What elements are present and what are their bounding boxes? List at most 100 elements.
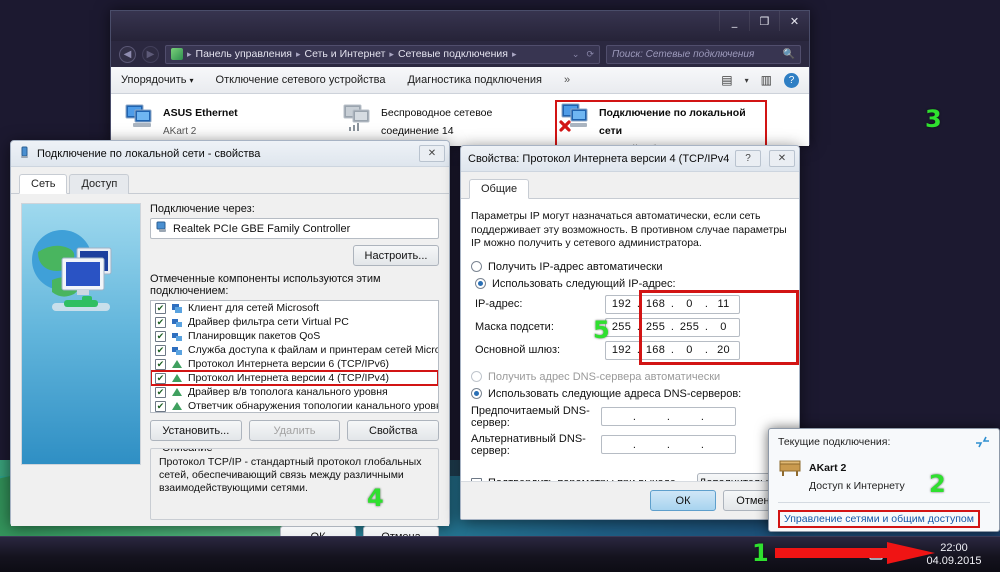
network-tray-icon[interactable]: [868, 547, 884, 563]
octet-4[interactable]: 0: [710, 321, 738, 333]
manual-ip-radio-row[interactable]: Использовать следующий IP-адрес:: [475, 278, 789, 290]
network-connections-window[interactable]: _ ❐ ✕ ◀ ▶ ▸ Панель управления ▸ Сеть и И…: [110, 10, 810, 145]
back-button[interactable]: ◀: [119, 46, 136, 63]
diagnose-connection-button[interactable]: Диагностика подключения: [407, 74, 541, 86]
octet-4[interactable]: 20: [710, 344, 738, 356]
network-sharing-center-link[interactable]: Управление сетями и общим доступом: [778, 510, 980, 528]
breadcrumb-item-0[interactable]: Панель управления: [196, 48, 292, 60]
ip-address-row[interactable]: IP-адрес: 192. 168. 0. 11: [475, 295, 789, 314]
component-row[interactable]: Планировщик пакетов QoS: [151, 329, 438, 343]
taskbar[interactable]: 22:00 04.09.2015: [0, 536, 1000, 572]
properties-button[interactable]: Свойства: [347, 420, 439, 441]
octet-3[interactable]: [672, 411, 700, 423]
network-flyout[interactable]: Текущие подключения: AKart 2 Доступ к Ин…: [768, 428, 1000, 532]
component-checkbox[interactable]: [155, 331, 166, 342]
volume-tray-icon[interactable]: [893, 547, 909, 563]
explorer-title-bar[interactable]: _ ❐ ✕: [111, 11, 809, 41]
chevron-down-icon[interactable]: ⌄: [572, 49, 580, 60]
component-action-buttons[interactable]: Установить... Удалить Свойства: [150, 420, 439, 441]
ipv4-properties-dialog[interactable]: Свойства: Протокол Интернета версии 4 (T…: [460, 145, 800, 520]
tab-general[interactable]: Общие: [469, 179, 529, 199]
octet-2[interactable]: 168: [642, 344, 670, 356]
connections-list[interactable]: ASUS Ethernet AKart 2 Realtek PCI GBE Fa…: [111, 94, 809, 146]
ipv4-dialog-title-bar[interactable]: Свойства: Протокол Интернета версии 4 (T…: [461, 146, 799, 172]
auto-ip-radio-row[interactable]: Получить IP-адрес автоматически: [471, 261, 789, 273]
tab-sharing[interactable]: Доступ: [69, 174, 129, 194]
component-row[interactable]: Клиент для сетей Microsoft: [151, 301, 438, 315]
auto-ip-radio[interactable]: [471, 261, 482, 272]
forward-button[interactable]: ▶: [142, 46, 159, 63]
ok-button[interactable]: ОК: [650, 490, 716, 511]
search-icon[interactable]: 🔍: [783, 49, 795, 60]
component-row[interactable]: Драйвер в/в тополога канального уровня: [151, 385, 438, 399]
auto-dns-radio[interactable]: [471, 371, 482, 382]
octet-2[interactable]: 255: [642, 321, 670, 333]
octet-2[interactable]: [638, 439, 666, 451]
flyout-network-item[interactable]: AKart 2 Доступ к Интернету: [778, 458, 990, 494]
components-list[interactable]: Клиент для сетей Microsoft Драйвер фильт…: [150, 300, 439, 413]
component-checkbox[interactable]: [155, 345, 166, 356]
maximize-button[interactable]: ❐: [749, 11, 779, 31]
refresh-icon[interactable]: ⟳: [586, 49, 594, 60]
explorer-toolbar[interactable]: Упорядочить ▾ Отключение сетевого устрой…: [111, 67, 809, 94]
preferred-dns-input[interactable]: . . .: [601, 407, 736, 426]
flyout-link-row[interactable]: Управление сетями и общим доступом: [778, 502, 990, 528]
disable-network-device-button[interactable]: Отключение сетевого устройства: [216, 74, 386, 86]
configure-button[interactable]: Настроить...: [353, 245, 439, 266]
component-checkbox[interactable]: [155, 303, 166, 314]
tab-network[interactable]: Сеть: [19, 174, 67, 194]
lan-dialog-title-bar[interactable]: Подключение по локальной сети - свойства…: [11, 141, 449, 167]
chevron-down-icon[interactable]: ▾: [745, 76, 749, 85]
view-list-icon[interactable]: ▤: [721, 73, 732, 87]
clock[interactable]: 22:00 04.09.2015: [918, 542, 990, 568]
octet-1[interactable]: [604, 439, 632, 451]
ipv4-dialog-footer[interactable]: ОК Отмена: [461, 481, 799, 519]
manual-ip-group[interactable]: Использовать следующий IP-адрес: IP-адре…: [471, 278, 789, 360]
component-checkbox[interactable]: [155, 373, 166, 384]
component-row[interactable]: Драйвер фильтра сети Virtual PC: [151, 315, 438, 329]
octet-1[interactable]: 255: [608, 321, 636, 333]
alternate-dns-input[interactable]: . . .: [601, 435, 736, 454]
auto-dns-radio-row[interactable]: Получить адрес DNS-сервера автоматически: [471, 371, 789, 383]
subnet-mask-row[interactable]: Маска подсети: 255. 255. 255. 0: [475, 318, 789, 337]
octet-1[interactable]: 192: [608, 344, 636, 356]
component-checkbox[interactable]: [155, 359, 166, 370]
component-checkbox[interactable]: [155, 387, 166, 398]
lan-properties-dialog[interactable]: Подключение по локальной сети - свойства…: [10, 140, 450, 525]
component-row-ipv4[interactable]: Протокол Интернета версии 4 (TCP/IPv4): [151, 371, 438, 385]
help-icon[interactable]: ?: [735, 150, 761, 167]
ip-address-input[interactable]: 192. 168. 0. 11: [605, 295, 740, 314]
toolbar-overflow-button[interactable]: »: [564, 74, 570, 86]
subnet-mask-input[interactable]: 255. 255. 255. 0: [605, 318, 740, 337]
component-row[interactable]: Ответчик обнаружения топологии канальног…: [151, 399, 438, 413]
manual-dns-radio[interactable]: [471, 388, 482, 399]
preview-pane-icon[interactable]: ▥: [761, 73, 772, 87]
manual-ip-radio[interactable]: [475, 278, 486, 289]
lan-dialog-tabs[interactable]: Сеть Доступ: [11, 167, 449, 194]
octet-4[interactable]: [706, 411, 734, 423]
octet-2[interactable]: 168: [642, 298, 670, 310]
breadcrumb[interactable]: ▸ Панель управления ▸ Сеть и Интернет ▸ …: [165, 45, 600, 64]
octet-4[interactable]: 11: [710, 298, 738, 310]
octet-3[interactable]: 255: [676, 321, 704, 333]
alternate-dns-row[interactable]: Альтернативный DNS-сервер: . . .: [471, 433, 789, 457]
explorer-address-bar[interactable]: ◀ ▶ ▸ Панель управления ▸ Сеть и Интерне…: [111, 41, 809, 67]
system-tray[interactable]: 22:00 04.09.2015: [868, 542, 1000, 568]
minimize-button[interactable]: _: [719, 11, 749, 31]
component-checkbox[interactable]: [155, 401, 166, 412]
component-checkbox[interactable]: [155, 317, 166, 328]
ipv4-dialog-tabs[interactable]: Общие: [461, 172, 799, 199]
organize-button[interactable]: Упорядочить ▾: [121, 74, 194, 86]
install-button[interactable]: Установить...: [150, 420, 242, 441]
preferred-dns-row[interactable]: Предпочитаемый DNS-сервер: . . .: [471, 405, 789, 429]
close-icon[interactable]: ✕: [769, 150, 795, 167]
octet-4[interactable]: [706, 439, 734, 451]
close-button[interactable]: ✕: [779, 11, 809, 31]
octet-3[interactable]: [672, 439, 700, 451]
component-row[interactable]: Служба доступа к файлам и принтерам сете…: [151, 343, 438, 357]
close-icon[interactable]: ✕: [419, 145, 445, 162]
help-icon[interactable]: ?: [784, 73, 799, 88]
default-gateway-row[interactable]: Основной шлюз: 192. 168. 0. 20: [475, 341, 789, 360]
manual-dns-radio-row[interactable]: Использовать следующие адреса DNS-сервер…: [471, 388, 789, 400]
breadcrumb-item-1[interactable]: Сеть и Интернет: [305, 48, 386, 60]
